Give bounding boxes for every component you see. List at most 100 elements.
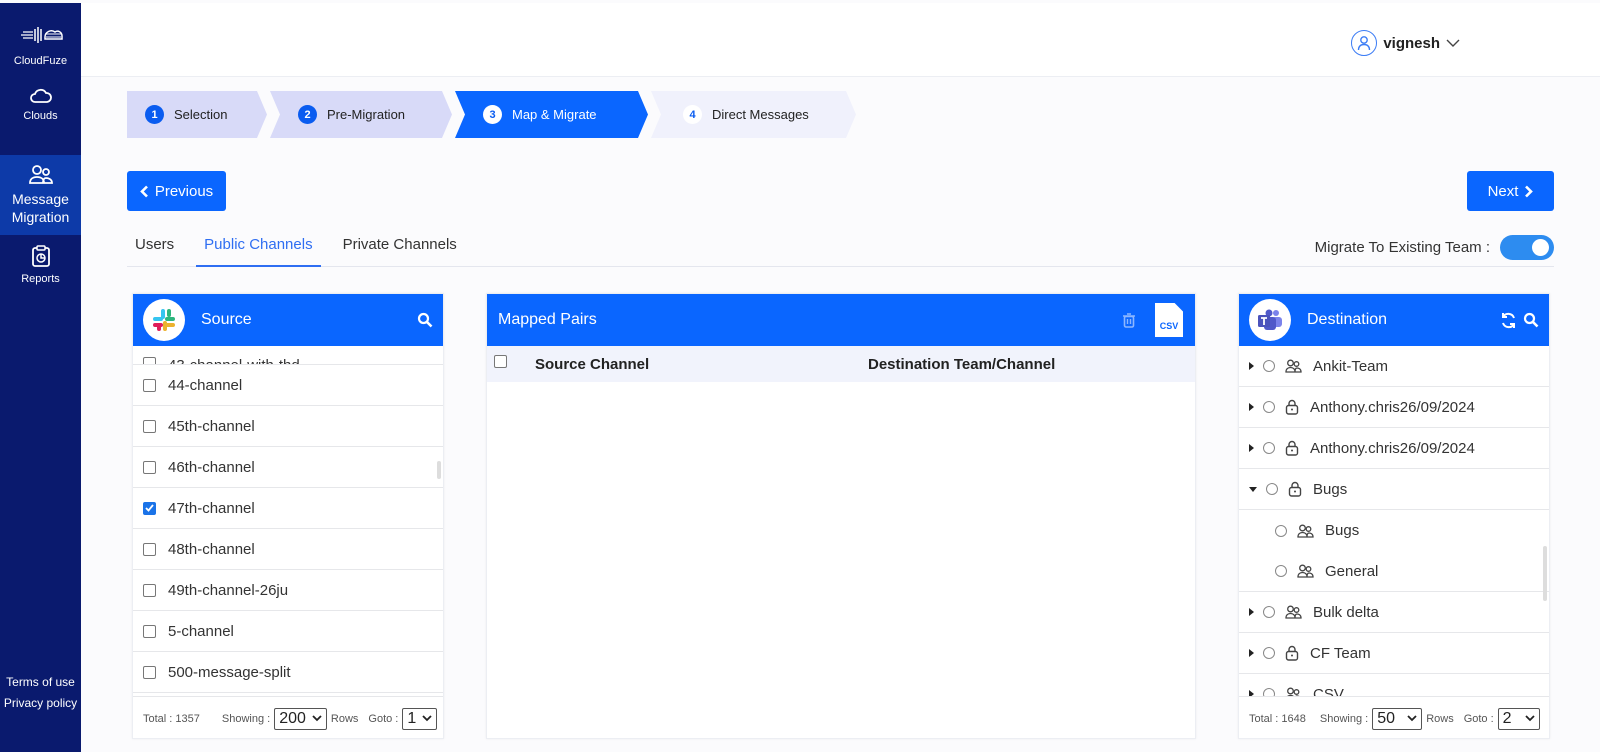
channel-checkbox[interactable] bbox=[143, 378, 156, 392]
sidebar-item-clouds[interactable]: Clouds bbox=[0, 75, 81, 135]
next-button[interactable]: Next bbox=[1467, 171, 1554, 211]
destination-goto-select[interactable]: 2 bbox=[1497, 707, 1540, 730]
select-radio[interactable] bbox=[1263, 360, 1275, 372]
migrate-existing-team-toggle[interactable] bbox=[1500, 235, 1554, 260]
sidebar-item-label: Clouds bbox=[23, 110, 58, 122]
source-goto-select[interactable]: 1 bbox=[402, 707, 438, 730]
terms-link[interactable]: Terms of use bbox=[0, 672, 81, 693]
chevron-down-icon bbox=[1525, 715, 1535, 722]
select-radio[interactable] bbox=[1263, 606, 1275, 618]
chevron-down-icon bbox=[312, 715, 322, 722]
select-all-checkbox[interactable] bbox=[494, 355, 507, 368]
source-rows-select[interactable]: 200 bbox=[274, 707, 327, 730]
team-tree-item[interactable]: CSV bbox=[1239, 674, 1549, 696]
list-item[interactable]: 46th-channel bbox=[133, 447, 443, 488]
caret-right-icon[interactable] bbox=[1249, 608, 1254, 616]
top-bar: vignesh bbox=[81, 3, 1600, 77]
user-menu[interactable]: vignesh bbox=[1351, 30, 1460, 56]
caret-down-icon[interactable] bbox=[1249, 486, 1257, 492]
caret-right-icon[interactable] bbox=[1249, 403, 1254, 411]
channel-tree-item[interactable]: Bugs bbox=[1239, 510, 1549, 551]
user-avatar-icon bbox=[1351, 30, 1378, 56]
channel-name: 47th-channel bbox=[168, 499, 255, 517]
tab-users[interactable]: Users bbox=[127, 229, 182, 267]
teams-logo-icon bbox=[1249, 299, 1291, 341]
list-item[interactable]: 45th-channel bbox=[133, 406, 443, 447]
channel-checkbox[interactable] bbox=[143, 583, 156, 597]
select-radio[interactable] bbox=[1263, 688, 1275, 696]
caret-right-icon[interactable] bbox=[1249, 444, 1254, 452]
tree-item-label: Bugs bbox=[1313, 480, 1348, 498]
step-map-migrate[interactable]: 3 Map & Migrate bbox=[455, 91, 648, 138]
channel-tree-item[interactable]: General bbox=[1239, 551, 1549, 592]
mapped-header: Mapped Pairs CSV bbox=[487, 294, 1195, 346]
brand-logo[interactable]: CloudFuze bbox=[0, 3, 81, 75]
list-item[interactable]: 48th-channel bbox=[133, 529, 443, 570]
step-number: 3 bbox=[483, 105, 502, 124]
chevron-right-icon bbox=[1525, 185, 1534, 197]
col-source-channel: Source Channel bbox=[535, 355, 650, 373]
caret-right-icon[interactable] bbox=[1249, 690, 1254, 696]
caret-right-icon[interactable] bbox=[1249, 649, 1254, 657]
team-tree-item[interactable]: Bulk delta bbox=[1239, 592, 1549, 633]
team-tree-item[interactable]: CF Team bbox=[1239, 633, 1549, 674]
team-tree-item[interactable]: Ankit-Team bbox=[1239, 346, 1549, 387]
channel-checkbox[interactable] bbox=[143, 624, 156, 638]
destination-rows-select[interactable]: 50 bbox=[1372, 707, 1423, 730]
list-item[interactable]: 44-channel bbox=[133, 365, 443, 406]
list-item[interactable]: 49th-channel-26ju bbox=[133, 570, 443, 611]
step-selection[interactable]: 1 Selection bbox=[127, 91, 267, 138]
lock-icon bbox=[1285, 399, 1299, 415]
list-item[interactable]: 43-channel-with-thd bbox=[133, 346, 443, 365]
select-radio[interactable] bbox=[1263, 401, 1275, 413]
list-item[interactable]: 500-message-split bbox=[133, 652, 443, 693]
channel-name: 44-channel bbox=[168, 376, 243, 394]
list-item[interactable]: 5-channel bbox=[133, 611, 443, 652]
stepper: 1 Selection 2 Pre-Migration 3 Map & Migr… bbox=[127, 91, 859, 138]
step-number: 4 bbox=[683, 105, 702, 124]
tree-item-label: Anthony.chris26/09/2024 bbox=[1310, 398, 1475, 416]
previous-button[interactable]: Previous bbox=[127, 171, 226, 211]
channel-checkbox[interactable] bbox=[143, 419, 156, 433]
select-radio[interactable] bbox=[1263, 647, 1275, 659]
team-icon bbox=[1285, 687, 1302, 696]
refresh-icon[interactable] bbox=[1500, 312, 1517, 329]
team-icon bbox=[1285, 605, 1302, 619]
destination-pagination: Total : 1648 Showing : 50 Rows Goto : 2 bbox=[1239, 696, 1549, 740]
channel-checkbox[interactable] bbox=[143, 665, 156, 679]
users-icon bbox=[28, 165, 53, 184]
step-pre-migration[interactable]: 2 Pre-Migration bbox=[270, 91, 452, 138]
team-icon bbox=[1285, 359, 1302, 373]
team-tree-item[interactable]: Anthony.chris26/09/2024 bbox=[1239, 428, 1549, 469]
search-icon[interactable] bbox=[417, 312, 433, 328]
caret-right-icon[interactable] bbox=[1249, 362, 1254, 370]
step-direct-messages[interactable]: 4 Direct Messages bbox=[651, 91, 856, 138]
mapped-pairs-panel: Mapped Pairs CSV Source Channel Destinat… bbox=[486, 293, 1196, 739]
cloud-icon bbox=[29, 88, 52, 103]
tree-item-label: CSV bbox=[1313, 685, 1344, 697]
source-scrollbar[interactable] bbox=[437, 461, 441, 479]
team-tree-item[interactable]: Bugs bbox=[1239, 469, 1549, 510]
trash-icon[interactable] bbox=[1123, 312, 1135, 328]
tab-private-channels[interactable]: Private Channels bbox=[335, 229, 465, 267]
tree-item-label: Ankit-Team bbox=[1313, 357, 1389, 375]
select-radio[interactable] bbox=[1275, 565, 1287, 577]
select-radio[interactable] bbox=[1263, 442, 1275, 454]
privacy-link[interactable]: Privacy policy bbox=[0, 693, 81, 714]
destination-scrollbar[interactable] bbox=[1543, 546, 1547, 601]
select-radio[interactable] bbox=[1275, 524, 1287, 537]
tab-public-channels[interactable]: Public Channels bbox=[196, 229, 321, 267]
channel-checkbox[interactable] bbox=[143, 501, 156, 515]
step-label: Map & Migrate bbox=[512, 107, 597, 122]
csv-upload-icon[interactable]: CSV bbox=[1155, 303, 1183, 337]
source-header: Source bbox=[133, 294, 443, 346]
sidebar-item-label: Message Migration bbox=[11, 191, 70, 225]
channel-checkbox[interactable] bbox=[143, 460, 156, 474]
select-radio[interactable] bbox=[1266, 483, 1278, 495]
channel-checkbox[interactable] bbox=[143, 542, 156, 556]
search-icon[interactable] bbox=[1523, 312, 1539, 328]
sidebar-item-message-migration[interactable]: Message Migration bbox=[0, 155, 81, 235]
sidebar-item-reports[interactable]: Reports bbox=[0, 235, 81, 295]
team-tree-item[interactable]: Anthony.chris26/09/2024 bbox=[1239, 387, 1549, 428]
list-item[interactable]: 47th-channel bbox=[133, 488, 443, 529]
